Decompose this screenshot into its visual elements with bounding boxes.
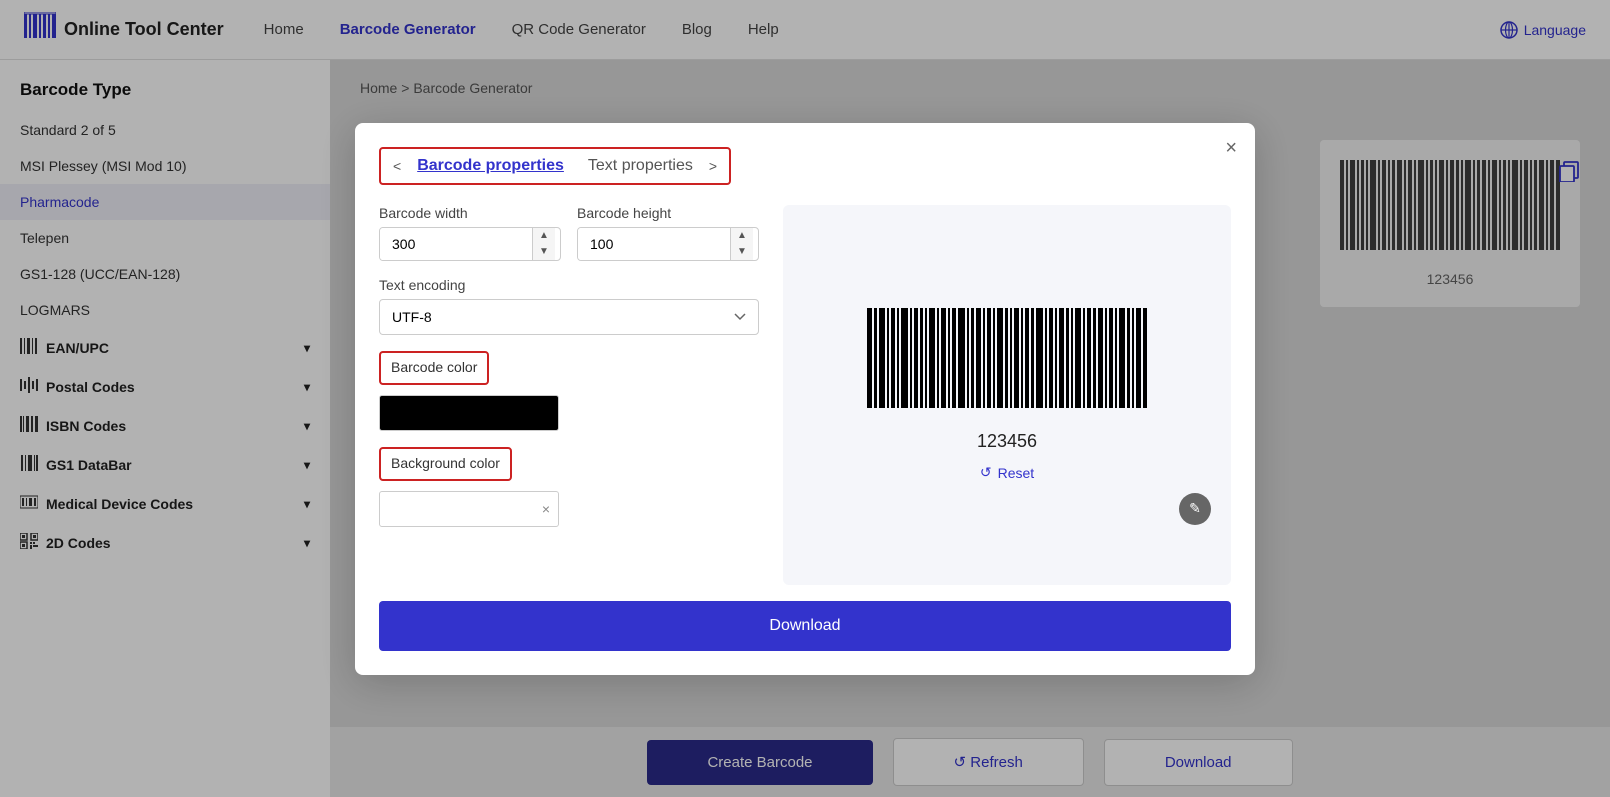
tab-barcode-properties[interactable]: Barcode properties [409,155,572,177]
properties-modal: × < Barcode properties Text properties >… [355,123,1255,675]
height-label: Barcode height [577,205,759,221]
height-spin-down[interactable]: ▼ [731,244,753,260]
dimensions-group: Barcode width ▲ ▼ Barcode height [379,205,759,261]
width-spin-down[interactable]: ▼ [533,244,555,260]
reset-button[interactable]: ↺ Reset [980,464,1034,481]
barcode-color-label-wrap: Barcode color [379,351,489,385]
barcode-number: 123456 [803,431,1211,452]
height-spinners: ▲ ▼ [730,228,753,260]
modal-tabs: < Barcode properties Text properties > [379,147,731,185]
bg-color-swatch[interactable]: × [379,491,559,527]
modal-close-button[interactable]: × [1225,137,1237,160]
encoding-select[interactable]: UTF-8 ASCII ISO-8859-1 [379,299,759,335]
barcode-preview: 123456 [803,308,1211,452]
barcode-edit-button[interactable]: ✎ [1179,493,1211,525]
height-input[interactable] [578,228,730,260]
width-input-wrap: ▲ ▼ [379,227,561,261]
background-color-group: Background color × [379,447,759,527]
width-field: Barcode width ▲ ▼ [379,205,561,261]
height-field: Barcode height ▲ ▼ [577,205,759,261]
modal-right-panel: 123456 ✎ ↺ Reset [783,205,1231,585]
width-spin-up[interactable]: ▲ [533,228,555,244]
reset-icon: ↺ [980,464,992,481]
bg-color-label-wrap: Background color [379,447,512,481]
modal-left-panel: Barcode width ▲ ▼ Barcode height [379,205,759,585]
tab-arrow-left: < [393,158,401,174]
modal-download-button[interactable]: Download [379,601,1231,651]
barcode-color-label: Barcode color [391,359,477,375]
height-spin-up[interactable]: ▲ [731,228,753,244]
reset-label: Reset [998,465,1035,481]
width-label: Barcode width [379,205,561,221]
barcode-color-group: Barcode color [379,351,759,431]
modal-body: Barcode width ▲ ▼ Barcode height [379,205,1231,585]
height-input-wrap: ▲ ▼ [577,227,759,261]
width-spinners: ▲ ▼ [532,228,555,260]
encoding-group: Text encoding UTF-8 ASCII ISO-8859-1 [379,277,759,351]
modal-overlay: × < Barcode properties Text properties >… [0,0,1610,797]
bg-color-label: Background color [391,455,500,471]
tab-text-properties[interactable]: Text properties [580,155,701,177]
width-input[interactable] [380,228,532,260]
barcode-color-swatch[interactable] [379,395,559,431]
tab-arrow-right: > [709,158,717,174]
encoding-label: Text encoding [379,277,759,293]
barcode-preview-svg [867,308,1147,418]
bg-swatch-clear-icon[interactable]: × [542,501,550,517]
edit-icon: ✎ [1189,500,1201,517]
